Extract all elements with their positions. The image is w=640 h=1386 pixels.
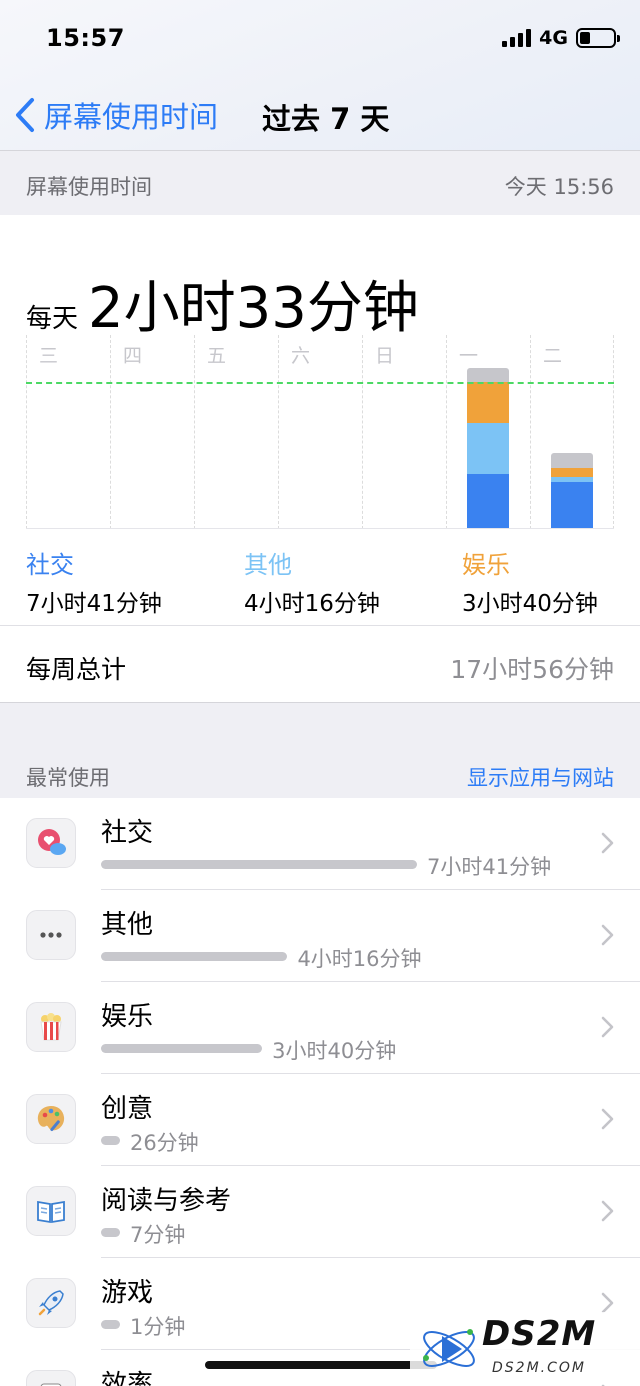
summary-card: 每天 2小时33分钟 三 四 五 六 日 一 二 社交 7小时41分钟 其他 4小时16分钟… — [0, 215, 640, 702]
back-button[interactable]: 屏幕使用时间 — [14, 94, 218, 136]
home-indicator[interactable] — [205, 1361, 437, 1369]
chart-day-label: 六 — [291, 345, 311, 367]
chart-bar-segment — [551, 453, 593, 468]
most-used-title: 最常使用 — [26, 766, 110, 790]
weekly-total-value: 17小时56分钟 — [450, 655, 614, 684]
page-title: 过去 7 天 — [262, 102, 390, 136]
usage-bar — [101, 1044, 263, 1053]
back-label: 屏幕使用时间 — [44, 100, 219, 134]
chart-bar-segment — [467, 473, 509, 529]
chart-bar-segment — [467, 423, 509, 474]
watermark: DS2M DS2M.COM — [410, 1312, 640, 1384]
chevron-right-icon — [601, 832, 614, 854]
book-icon — [26, 1186, 76, 1236]
chart-average-line — [26, 381, 614, 384]
chart-day-label: 四 — [123, 345, 143, 367]
network-type: 4G — [539, 27, 568, 49]
chevron-right-icon — [601, 1016, 614, 1038]
category-name: 阅读与参考 — [101, 1186, 232, 1216]
daily-average: 每天 2小时33分钟 — [26, 263, 419, 344]
category-name: 社交 — [101, 818, 154, 848]
usage-bar — [101, 1320, 120, 1329]
watermark-logo-icon — [423, 1329, 475, 1367]
usage-bar — [101, 860, 417, 869]
chart-day-label: 五 — [207, 345, 227, 367]
category-row[interactable]: 娱乐 3小时40分钟 — [0, 982, 640, 1074]
summary-section-header: 屏幕使用时间 今天 15:56 — [0, 151, 640, 214]
daily-average-prefix: 每天 — [26, 304, 79, 334]
battery-icon — [576, 28, 620, 48]
daily-average-value: 2小时33分钟 — [88, 276, 419, 341]
legend-other: 其他 4小时16分钟 — [244, 545, 380, 618]
chart-bar-segment — [551, 482, 593, 529]
chart-bar-segment — [467, 367, 509, 383]
social-icon — [26, 818, 76, 868]
legend-label: 娱乐 — [462, 551, 510, 579]
category-row[interactable]: 阅读与参考 7分钟 — [0, 1166, 640, 1258]
usage-bar — [101, 952, 288, 961]
chart-gridline — [613, 335, 614, 529]
chart-day-column[interactable]: 四 — [110, 335, 194, 529]
chevron-right-icon — [601, 1108, 614, 1130]
most-used-section-header: 最常使用 显示应用与网站 — [0, 702, 640, 798]
category-row[interactable]: 其他 4小时16分钟 — [0, 890, 640, 982]
chevron-right-icon — [601, 1292, 614, 1314]
palette-icon — [26, 1094, 76, 1144]
category-name: 其他 — [101, 910, 154, 940]
usage-bar — [101, 1228, 120, 1237]
more-icon — [26, 910, 76, 960]
chevron-right-icon — [601, 924, 614, 946]
chart-day-column[interactable]: 五 — [194, 335, 278, 529]
usage-time: 4小时16分钟 — [297, 947, 422, 971]
chevron-right-icon — [601, 1200, 614, 1222]
legend-value: 4小时16分钟 — [244, 591, 380, 617]
most-used-list: 社交 7小时41分钟其他 4小时16分钟娱乐 3小时40分钟创意 26分钟阅读与参考 7分… — [0, 798, 640, 1386]
chart-bar-segment — [551, 467, 593, 477]
header-area: 15:57 4G 屏幕使用时间 过去 7 天 — [0, 0, 640, 150]
chart-day-column[interactable]: 六 — [278, 335, 362, 529]
updated-time: 今天 15:56 — [504, 175, 614, 199]
status-indicators: 4G — [502, 27, 620, 49]
chart-day-column[interactable]: 日 — [362, 335, 446, 529]
chart-day-label: 三 — [39, 345, 59, 367]
watermark-url: DS2M.COM — [492, 1360, 586, 1376]
legend-entertainment: 娱乐 3小时40分钟 — [462, 545, 598, 618]
usage-time: 7分钟 — [129, 1223, 186, 1247]
watermark-brand: DS2M — [482, 1314, 597, 1354]
chart-baseline — [26, 528, 614, 529]
usage-bar — [101, 1136, 120, 1145]
chart-day-label: 一 — [459, 345, 479, 367]
category-name: 效率 — [101, 1370, 154, 1386]
weekly-total-label: 每周总计 — [26, 655, 127, 684]
popcorn-icon — [26, 1002, 76, 1052]
status-time: 15:57 — [46, 24, 125, 52]
chevron-left-icon — [16, 98, 34, 132]
category-row[interactable]: 社交 7小时41分钟 — [0, 798, 640, 890]
productivity-icon — [26, 1370, 76, 1386]
category-name: 游戏 — [101, 1278, 154, 1308]
category-name: 娱乐 — [101, 1002, 154, 1032]
chart-bar-segment — [467, 382, 509, 424]
category-row[interactable]: 创意 26分钟 — [0, 1074, 640, 1166]
chart-bar-segment — [551, 476, 593, 483]
show-apps-websites-link[interactable]: 显示应用与网站 — [467, 762, 614, 792]
weekly-total-row: 每周总计 17小时56分钟 — [0, 625, 640, 702]
usage-time: 3小时40分钟 — [272, 1039, 397, 1063]
signal-icon — [502, 29, 532, 47]
legend-value: 3小时40分钟 — [462, 591, 598, 617]
legend-label: 其他 — [244, 551, 292, 579]
summary-title: 屏幕使用时间 — [26, 175, 152, 199]
legend-value: 7小时41分钟 — [26, 591, 162, 617]
usage-chart[interactable]: 三四五六日一二 — [26, 335, 614, 529]
usage-time: 1分钟 — [129, 1315, 186, 1339]
legend-social: 社交 7小时41分钟 — [26, 545, 162, 618]
chart-day-column[interactable]: 三 — [26, 335, 110, 529]
usage-time: 7小时41分钟 — [427, 855, 552, 879]
chart-day-label: 二 — [543, 345, 563, 367]
usage-time: 26分钟 — [129, 1131, 199, 1155]
category-name: 创意 — [101, 1094, 154, 1124]
chart-day-label: 日 — [375, 345, 395, 367]
rocket-icon — [26, 1278, 76, 1328]
legend-label: 社交 — [26, 551, 74, 579]
